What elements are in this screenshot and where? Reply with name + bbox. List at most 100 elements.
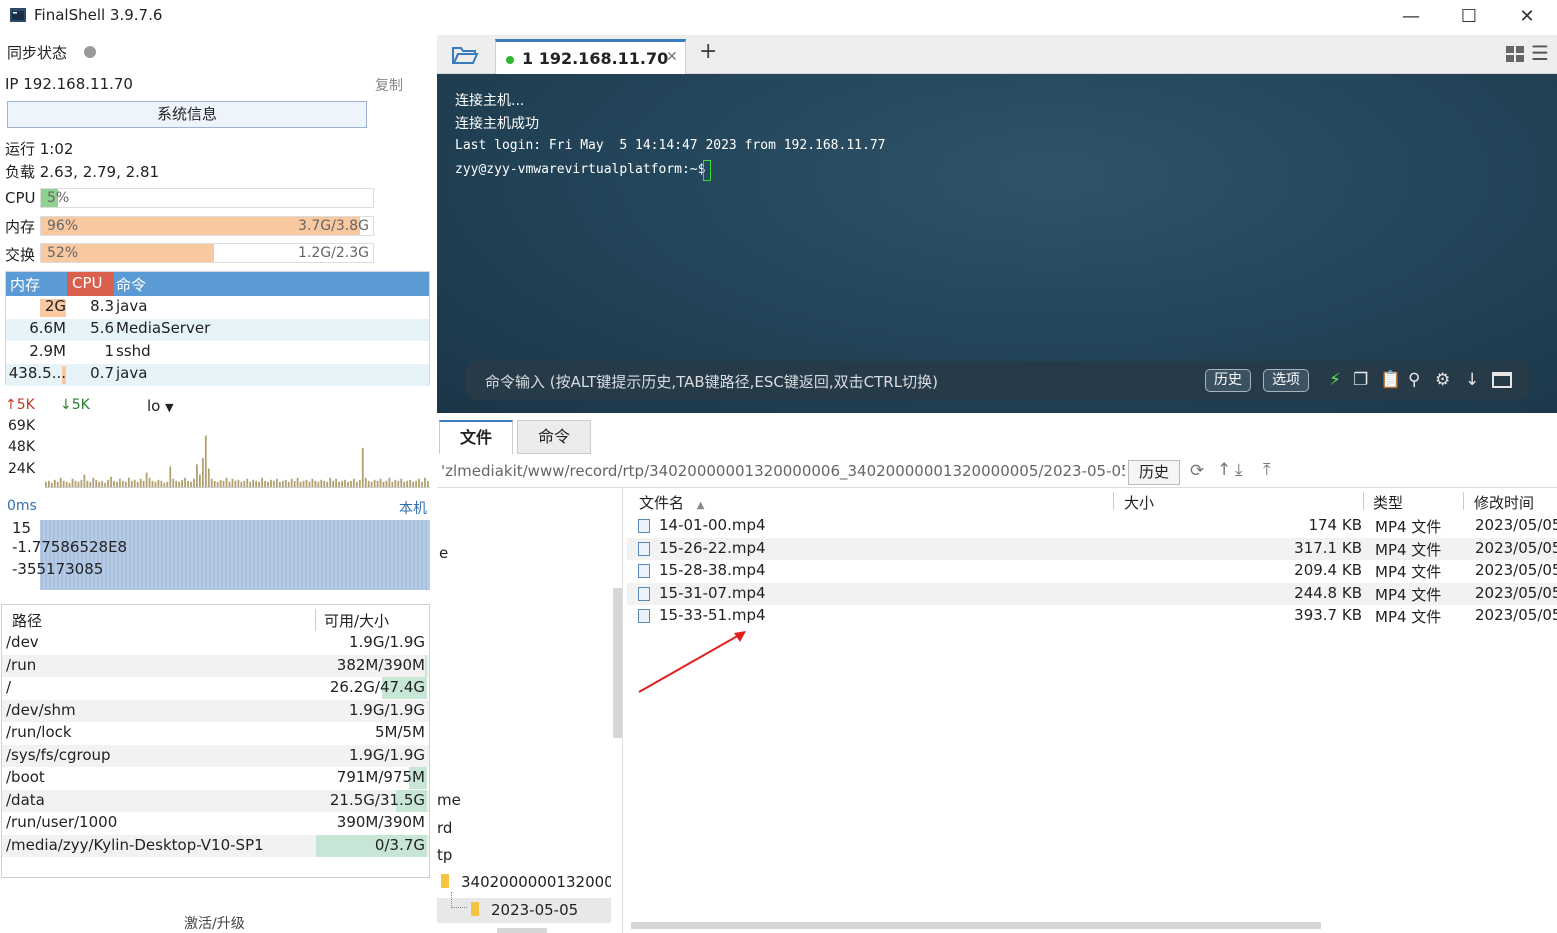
new-tab-button[interactable]: + xyxy=(699,39,717,64)
parent-dir-icon[interactable]: ↑ xyxy=(1217,460,1231,480)
command-input-bar[interactable]: 命令输入 (按ALT键提示历史,TAB键路径,ESC键返回,双击CTRL切换) … xyxy=(465,361,1529,400)
process-row[interactable]: 2.9M 1 sshd xyxy=(6,342,429,364)
net-sample-bar xyxy=(332,480,335,487)
disk-row[interactable]: /run/lock 5M/5M xyxy=(2,722,429,744)
tree-item[interactable]: tp xyxy=(437,846,452,864)
history-button[interactable]: 历史 xyxy=(1205,369,1251,392)
system-info-button[interactable]: 系统信息 xyxy=(7,101,367,128)
net-sample-bar xyxy=(302,480,305,487)
disk-header-path[interactable]: 路径 xyxy=(12,610,42,631)
close-tab-icon[interactable]: ✕ xyxy=(666,49,678,65)
paste-icon[interactable]: 📋 xyxy=(1380,370,1401,390)
net-sample-bar xyxy=(124,481,127,487)
net-sample-bar xyxy=(264,480,266,487)
net-sample-bar xyxy=(314,480,317,487)
disk-table[interactable]: 路径 可用/大小 /dev 1.9G/1.9G/run 382M/390M / 26.2… xyxy=(1,604,430,878)
download-icon[interactable]: ⤓ xyxy=(1235,460,1243,480)
disk-available: 382M/390M xyxy=(316,654,427,677)
disk-path: / xyxy=(6,678,12,696)
disk-row[interactable]: /run/user/1000 390M/390M xyxy=(2,812,429,834)
tree-item[interactable]: rd xyxy=(437,819,452,837)
file-row[interactable]: 15-33-51.mp4 393.7 KB MP4 文件 2023/05/05 xyxy=(627,605,1557,627)
net-sample-bar xyxy=(86,480,89,487)
tree-item[interactable]: 34020000001320000 xyxy=(461,873,611,891)
tree-h-scrollbar[interactable] xyxy=(497,928,547,933)
copy-icon[interactable]: ❐ xyxy=(1353,370,1368,390)
window-icon[interactable] xyxy=(1492,372,1512,388)
net-sample-bar xyxy=(68,482,71,487)
file-size: 209.4 KB xyxy=(1294,561,1362,579)
disk-row[interactable]: /data 21.5G/31.5G xyxy=(2,789,429,812)
search-icon[interactable]: ⚲ xyxy=(1408,370,1420,390)
disk-row[interactable]: /dev 1.9G/1.9G xyxy=(2,632,429,654)
disk-row[interactable]: /boot 791M/975M xyxy=(2,767,429,789)
disk-row[interactable]: /media/zyy/Kylin-Desktop-V10-SP1 0/3.7G xyxy=(2,834,429,857)
file-row[interactable]: 15-28-38.mp4 209.4 KB MP4 文件 2023/05/05 xyxy=(627,560,1557,582)
file-row[interactable]: 15-26-22.mp4 317.1 KB MP4 文件 2023/05/05 xyxy=(627,537,1557,560)
net-tick-label: 24K xyxy=(8,461,35,477)
file-row[interactable]: 14-01-00.mp4 174 KB MP4 文件 2023/05/05 xyxy=(627,515,1557,537)
tab-files[interactable]: 文件 xyxy=(439,420,513,454)
net-sample-bar xyxy=(89,481,92,487)
disk-row[interactable]: /run 382M/390M xyxy=(2,654,429,677)
disk-available-value: 390M/390M xyxy=(336,813,425,831)
path-input[interactable]: 'zlmediakit/www/record/rtp/3402000000132… xyxy=(441,462,1125,480)
video-file-icon xyxy=(638,609,650,623)
terminal-prompt: zyy@zyy-vmwarevirtualplatform:~$ xyxy=(455,162,714,177)
net-sample-bar xyxy=(148,477,151,487)
copy-ip-button[interactable]: 复制 xyxy=(375,75,403,95)
column-divider xyxy=(1113,492,1114,510)
file-list[interactable]: 文件名 ▲ 大小 类型 修改时间 14-01-00.mp4 174 KB MP4 文… xyxy=(627,488,1557,933)
file-row[interactable]: 15-31-07.mp4 244.8 KB MP4 文件 2023/05/05 xyxy=(627,582,1557,605)
gear-icon[interactable]: ⚙ xyxy=(1435,370,1450,390)
column-header-modified[interactable]: 修改时间 xyxy=(1474,492,1534,513)
maximize-button[interactable]: ☐ xyxy=(1440,0,1498,32)
ping-latency: 0ms xyxy=(7,498,37,514)
options-button[interactable]: 选项 xyxy=(1263,369,1309,392)
activate-upgrade-link[interactable]: 激活/升级 xyxy=(184,913,245,933)
minimize-button[interactable]: — xyxy=(1382,0,1440,32)
net-sample-bar xyxy=(403,481,406,487)
disk-header-available[interactable]: 可用/大小 xyxy=(324,610,389,631)
column-header-name[interactable]: 文件名 ▲ xyxy=(639,492,705,513)
disk-row[interactable]: /sys/fs/cgroup 1.9G/1.9G xyxy=(2,744,429,767)
process-header-memory[interactable]: 内存 xyxy=(10,274,40,295)
net-sample-bar xyxy=(62,480,65,487)
tab-commands[interactable]: 命令 xyxy=(517,420,591,454)
file-modified: 2023/05/05 xyxy=(1475,538,1557,557)
path-history-button[interactable]: 历史 xyxy=(1128,460,1180,485)
process-table[interactable]: 内存 CPU 命令 2G 8.3 java 6.6M 5.6 MediaServ… xyxy=(5,271,430,386)
disk-available: 5M/5M xyxy=(316,722,427,744)
menu-icon[interactable]: ☰ xyxy=(1531,41,1549,65)
net-sample-bar xyxy=(284,479,287,487)
folder-open-icon[interactable] xyxy=(451,44,479,66)
ip-address: IP 192.168.11.70 xyxy=(5,75,133,93)
disk-row[interactable]: /dev/shm 1.9G/1.9G xyxy=(2,699,429,722)
process-header-cpu[interactable]: CPU xyxy=(72,274,103,292)
uptime: 运行 1:02 xyxy=(5,140,74,158)
directory-tree[interactable]: e me rd tp 34020000001320000 2023-05-05 xyxy=(437,488,623,933)
tree-item[interactable]: me xyxy=(437,791,461,809)
process-row[interactable]: 6.6M 5.6 MediaServer xyxy=(6,319,429,341)
process-row[interactable]: 438.5... 0.7 java xyxy=(6,364,429,386)
net-sample-bar xyxy=(243,480,246,487)
memory-amount: 3.7G/3.8G xyxy=(298,218,369,234)
grid-view-icon[interactable] xyxy=(1505,45,1525,63)
refresh-icon[interactable]: ⟳ xyxy=(1190,461,1204,481)
tree-item[interactable]: e xyxy=(439,544,448,562)
process-row[interactable]: 2G 8.3 java xyxy=(6,297,429,319)
tree-scrollbar[interactable] xyxy=(613,588,622,738)
column-header-type[interactable]: 类型 xyxy=(1373,492,1403,513)
sidebar: 同步状态 IP 192.168.11.70 复制 系统信息 运行 1:02 负载… xyxy=(0,32,436,933)
tab-session[interactable]: 1 192.168.11.70 ✕ xyxy=(495,39,686,75)
lightning-icon[interactable]: ⚡ xyxy=(1329,370,1341,390)
arrow-down-icon[interactable]: ↓ xyxy=(1465,370,1479,390)
command-input-placeholder[interactable]: 命令输入 (按ALT键提示历史,TAB键路径,ESC键返回,双击CTRL切换) xyxy=(485,371,938,392)
file-list-h-scrollbar[interactable] xyxy=(631,922,1321,929)
network-interface-select[interactable]: lo ▼ xyxy=(147,397,174,415)
upload-icon[interactable]: ⤒ xyxy=(1263,460,1271,480)
process-header-command[interactable]: 命令 xyxy=(116,274,146,295)
column-header-size[interactable]: 大小 xyxy=(1124,492,1154,513)
close-button[interactable]: ✕ xyxy=(1498,0,1556,32)
disk-row[interactable]: / 26.2G/47.4G xyxy=(2,677,429,699)
